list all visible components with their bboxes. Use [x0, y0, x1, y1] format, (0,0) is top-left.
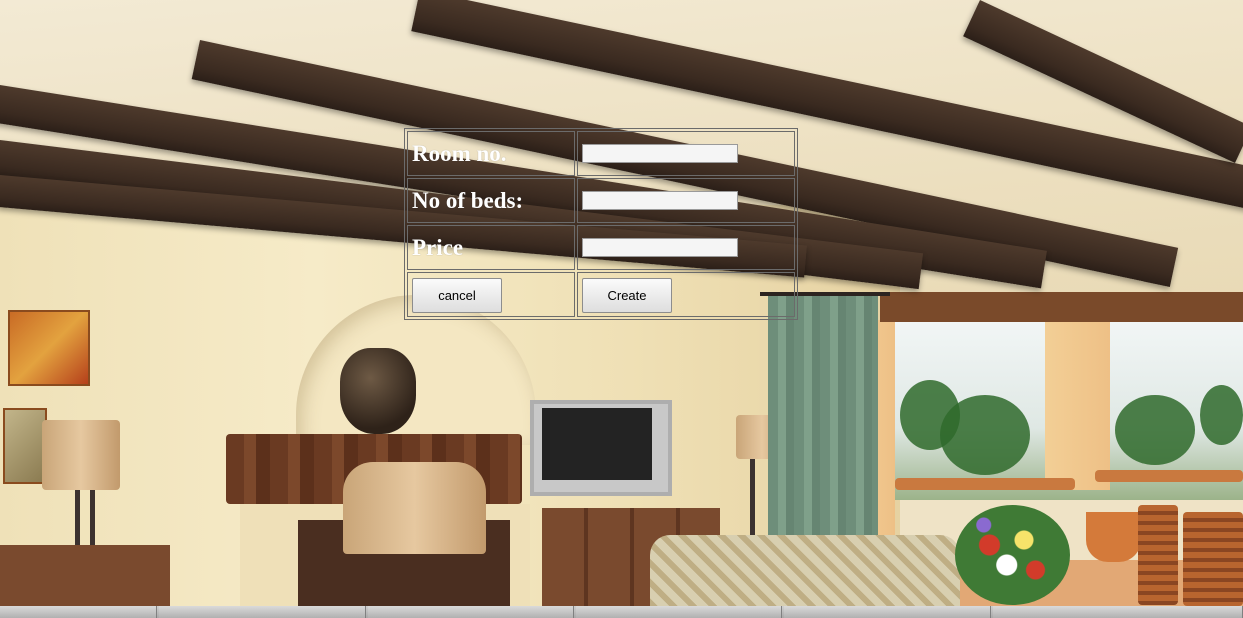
price-label: Price: [412, 234, 464, 260]
create-room-form: Room no. No of beds: Price cancel Create: [404, 128, 798, 320]
beds-label: No of beds:: [412, 187, 524, 213]
taskbar-segment[interactable]: [0, 606, 158, 618]
taskbar: [0, 606, 1243, 618]
price-input[interactable]: [582, 238, 738, 257]
actions-row: cancel Create: [407, 272, 795, 317]
taskbar-segment[interactable]: [576, 606, 783, 618]
beds-input[interactable]: [582, 191, 738, 210]
room-no-label: Room no.: [412, 140, 507, 166]
room-no-row: Room no.: [407, 131, 795, 176]
price-row: Price: [407, 225, 795, 270]
beds-row: No of beds:: [407, 178, 795, 223]
taskbar-segment[interactable]: [784, 606, 991, 618]
taskbar-segment[interactable]: [992, 606, 1243, 618]
taskbar-segment[interactable]: [159, 606, 366, 618]
taskbar-segment[interactable]: [367, 606, 575, 618]
cancel-button[interactable]: cancel: [412, 278, 502, 313]
room-no-input[interactable]: [582, 144, 738, 163]
create-button[interactable]: Create: [582, 278, 672, 313]
